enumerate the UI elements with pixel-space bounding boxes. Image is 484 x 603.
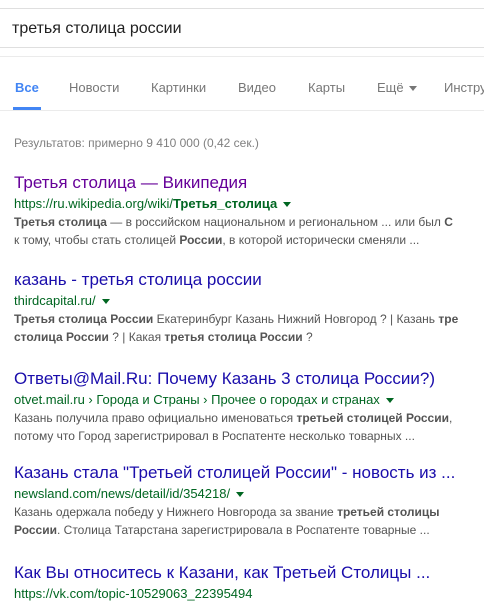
result-title-link[interactable]: Третья столица — Википедия	[14, 173, 484, 193]
snippet-text: . Столица Татарстана зарегистрировала в …	[56, 523, 430, 537]
result-url-text: https://ru.wikipedia.org/wiki/	[14, 196, 173, 211]
url-menu-caret-icon[interactable]	[236, 492, 245, 498]
result-url-bold: Третья_столица	[172, 196, 278, 211]
snippet-line: Казань одержала победу у Нижнего Новгоро…	[14, 503, 484, 521]
chevron-down-icon	[408, 86, 417, 92]
result-url-text: thirdcapital.ru/	[14, 293, 96, 308]
search-input[interactable]: третья столица россии	[0, 8, 484, 48]
snippet-highlight: третьей столицей России	[296, 411, 449, 425]
tab-maps[interactable]: Карты	[308, 57, 345, 110]
search-result: казань - третья столица россии thirdcapi…	[14, 270, 484, 346]
result-url: otvet.mail.ru › Города и Страны › Прочее…	[14, 391, 484, 409]
snippet-text: Казань одержала победу у Нижнего Новгоро…	[14, 505, 338, 519]
snippet-highlight: столица России	[14, 330, 109, 344]
tab-tools[interactable]: Инстру	[444, 57, 484, 110]
snippet-highlight: С	[444, 215, 453, 229]
url-menu-caret-icon[interactable]	[101, 299, 110, 305]
search-bar: третья столица россии	[0, 0, 484, 57]
tab-video[interactable]: Видео	[238, 57, 276, 110]
snippet-line: России. Столица Татарстана зарегистриров…	[14, 521, 484, 539]
snippet-line: столица России ? | Какая третья столица …	[14, 328, 484, 346]
result-title-link[interactable]: Ответы@Mail.Ru: Почему Казань 3 столица …	[14, 369, 484, 389]
result-snippet: Казань одержала победу у Нижнего Новгоро…	[14, 503, 484, 539]
result-title-link[interactable]: казань - третья столица россии	[14, 270, 484, 290]
snippet-highlight: третья столица России	[164, 330, 303, 344]
search-tabs: Все Новости Картинки Видео Карты Ещё Инс…	[0, 57, 484, 111]
result-snippet: Казань получила право официально именова…	[14, 409, 484, 445]
result-snippet: Третья столица России Екатеринбург Казан…	[14, 310, 484, 346]
tab-images[interactable]: Картинки	[151, 57, 206, 110]
snippet-highlight: Третья столица России	[14, 312, 154, 326]
snippet-text: Казань получила право официально именова…	[14, 411, 297, 425]
result-url: thirdcapital.ru/	[14, 292, 484, 310]
result-stats: Результатов: примерно 9 410 000 (0,42 се…	[14, 136, 259, 150]
result-url-text: otvet.mail.ru › Города и Страны › Прочее…	[14, 392, 380, 407]
snippet-text: — в российском национальном и региональн…	[106, 215, 445, 229]
search-result: Третья столица — Википедия https://ru.wi…	[14, 173, 484, 249]
snippet-line: к тому, чтобы стать столицей России, в к…	[14, 231, 484, 249]
url-menu-caret-icon[interactable]	[283, 202, 292, 208]
snippet-text: ? | Какая	[108, 330, 165, 344]
search-result: Ответы@Mail.Ru: Почему Казань 3 столица …	[14, 369, 484, 445]
result-url: https://ru.wikipedia.org/wiki/Третья_сто…	[14, 195, 484, 213]
snippet-highlight: третьей столицы	[337, 505, 440, 519]
tab-more-label: Ещё	[377, 80, 404, 95]
result-url: https://vk.com/topic-10529063_22395494	[14, 585, 484, 603]
tab-more[interactable]: Ещё	[377, 57, 417, 110]
result-url: newsland.com/news/detail/id/354218/	[14, 485, 484, 503]
result-url-text: https://vk.com/topic-10529063_22395494	[14, 586, 253, 601]
snippet-line: Третья столица — в российском национальн…	[14, 213, 484, 231]
search-result: Как Вы относитесь к Казани, как Третьей …	[14, 563, 484, 603]
tab-news[interactable]: Новости	[69, 57, 119, 110]
snippet-text: к тому, чтобы стать столицей	[14, 233, 180, 247]
snippet-line: потому что Город зарегистрировал в Роспа…	[14, 427, 484, 445]
snippet-highlight: России	[179, 233, 223, 247]
snippet-text: , в которой исторически сменяли ...	[222, 233, 420, 247]
tab-all[interactable]: Все	[13, 57, 41, 110]
result-snippet: Третья столица — в российском национальн…	[14, 213, 484, 249]
search-result: Казань стала "Третьей столицей России" -…	[14, 463, 484, 539]
snippet-line: Третья столица России Екатеринбург Казан…	[14, 310, 484, 328]
result-title-link[interactable]: Казань стала "Третьей столицей России" -…	[14, 463, 484, 483]
snippet-highlight: России	[14, 523, 57, 537]
result-url-text: newsland.com/news/detail/id/354218/	[14, 486, 231, 501]
result-title-link[interactable]: Как Вы относитесь к Казани, как Третьей …	[14, 563, 484, 583]
snippet-highlight: Третья столица	[14, 215, 107, 229]
url-menu-caret-icon[interactable]	[385, 398, 394, 404]
snippet-text: ?	[302, 330, 313, 344]
snippet-text: ,	[448, 411, 453, 425]
snippet-highlight: тре	[438, 312, 459, 326]
snippet-text: Екатеринбург Казань Нижний Новгород ? | …	[153, 312, 439, 326]
snippet-text: потому что Город зарегистрировал в Роспа…	[14, 429, 415, 443]
snippet-line: Казань получила право официально именова…	[14, 409, 484, 427]
